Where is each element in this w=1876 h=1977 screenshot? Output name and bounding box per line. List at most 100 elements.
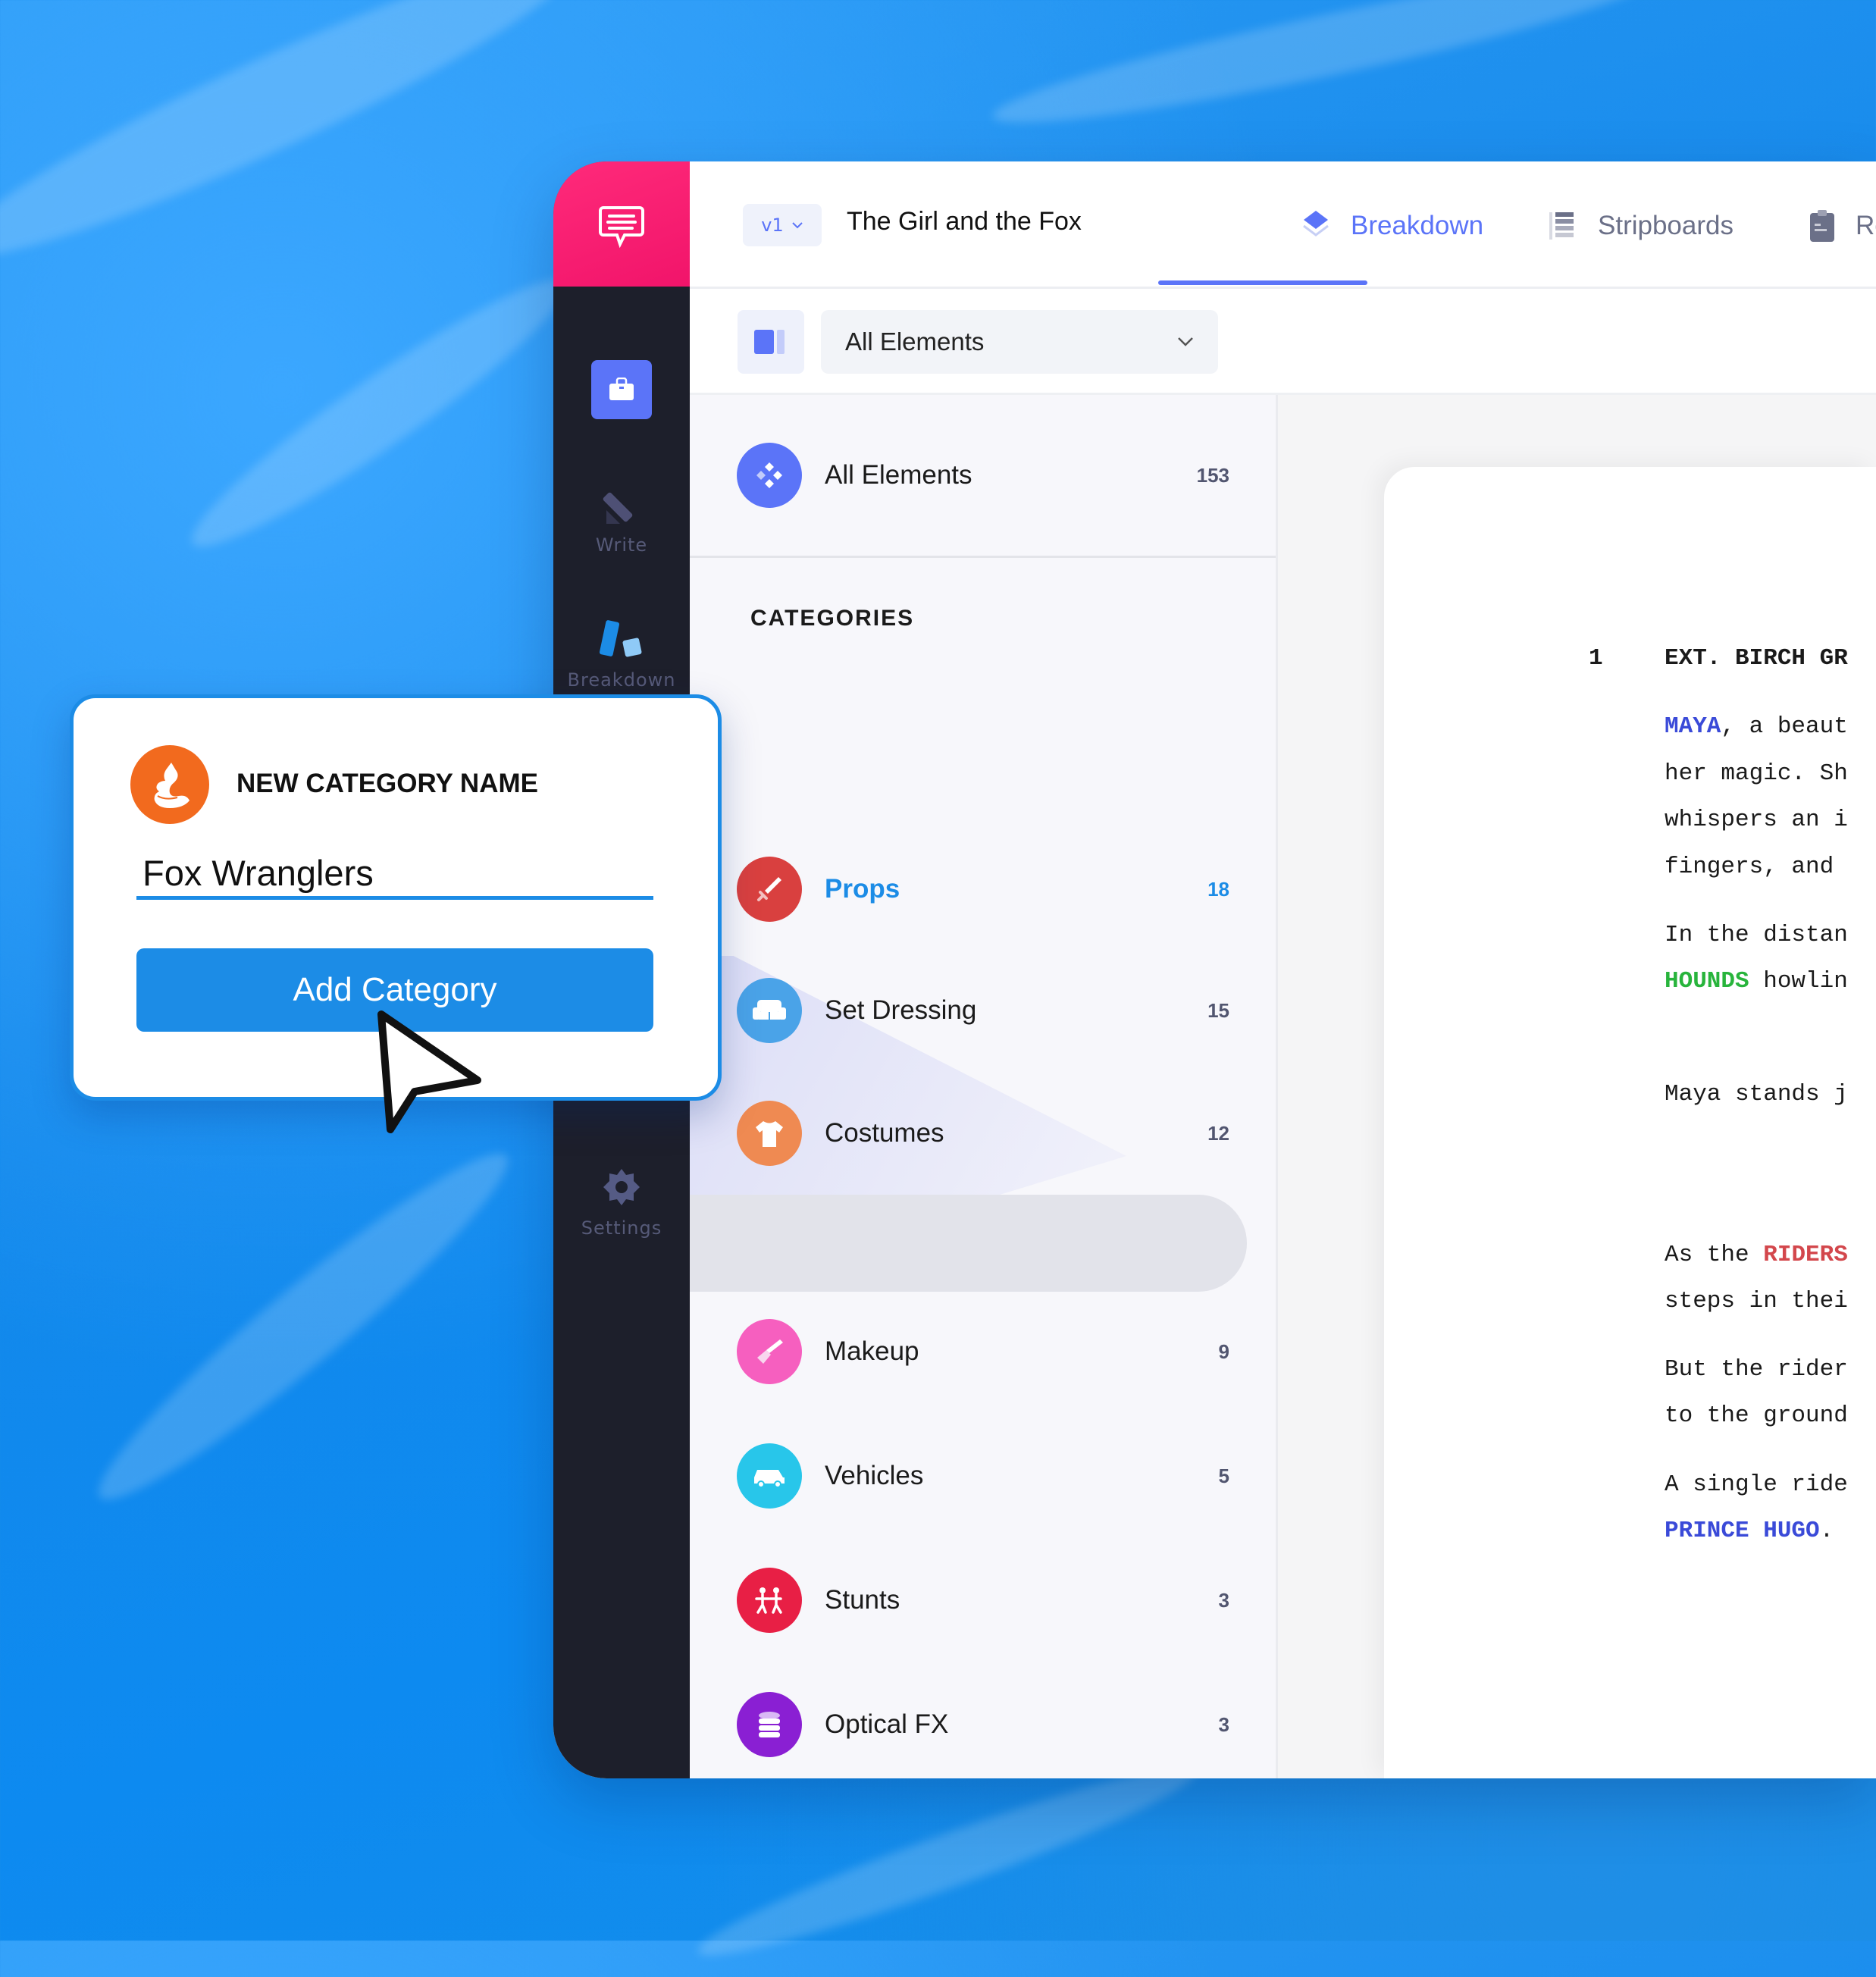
category-row-set-dressing[interactable]: Set Dressing 15 — [737, 977, 1229, 1044]
category-count: 3 — [1218, 1712, 1229, 1736]
category-label: Makeup — [825, 1336, 919, 1366]
script-line: PRINCE HUGO. — [1665, 1518, 1834, 1544]
script-line: But the rider — [1665, 1356, 1848, 1383]
panel-toggle-button[interactable] — [738, 310, 804, 374]
category-label: Costumes — [825, 1118, 944, 1148]
version-label: v1 — [761, 215, 784, 236]
script-page[interactable]: 1 EXT. BIRCH GR MAYA, a beaut her magic. S… — [1384, 467, 1876, 1778]
category-count: 3 — [1218, 1588, 1229, 1612]
script-text: steps in thei — [1665, 1288, 1848, 1314]
category-label: Optical FX — [825, 1709, 949, 1739]
app-window: Write Breakdown Settings v1 The Girl and… — [553, 161, 1876, 1778]
category-label: Set Dressing — [825, 995, 977, 1025]
script-element-tag: EXT. BIRCH GR — [1665, 645, 1848, 672]
background-brush-stroke — [986, 0, 1667, 146]
fox-icon — [154, 763, 189, 808]
category-row-optical-fx[interactable]: Optical FX 3 — [737, 1691, 1229, 1758]
category-badge — [737, 1443, 802, 1509]
pencil-icon — [603, 492, 633, 524]
categories-heading: CATEGORIES — [750, 606, 915, 631]
rail-item-label: Breakdown — [567, 669, 676, 691]
gear-icon — [603, 1169, 640, 1205]
brush-icon — [757, 1339, 783, 1364]
category-badge — [737, 1319, 802, 1384]
script-line: whispers an i — [1665, 807, 1848, 833]
category-label: Props — [825, 874, 900, 904]
script-line: HOUNDS howlin — [1665, 968, 1848, 995]
rail-item-home[interactable] — [553, 360, 690, 419]
background-brush-stroke — [75, 1126, 531, 1527]
top-bar: v1 The Girl and the Fox Breakdown Stripb… — [690, 161, 1876, 289]
version-dropdown[interactable]: v1 — [743, 204, 822, 246]
script-text: to the ground — [1665, 1402, 1848, 1429]
script-line: A single ride — [1665, 1471, 1848, 1498]
rail-item-settings[interactable]: Settings — [553, 1166, 690, 1239]
chevron-down-icon — [1178, 337, 1193, 346]
stripboard-icon — [1549, 212, 1574, 240]
script-line: fingers, and — [1665, 854, 1848, 880]
script-viewer: 1 EXT. BIRCH GR MAYA, a beaut her magic. S… — [1278, 395, 1876, 1778]
panel-layout-icon — [754, 330, 785, 354]
category-label: Stunts — [825, 1585, 900, 1615]
script-text: fingers, and — [1665, 854, 1848, 880]
tab-breakdown[interactable]: Breakdown — [1301, 203, 1483, 249]
tab-reports[interactable]: Reports — [1809, 203, 1876, 249]
briefcase-icon — [609, 378, 634, 400]
tab-label: Breakdown — [1351, 211, 1484, 240]
script-line: Maya stands j — [1665, 1081, 1848, 1108]
script-line: As the RIDERS — [1665, 1242, 1848, 1268]
script-element-tag[interactable]: MAYA — [1665, 713, 1721, 740]
rail-item-breakdown[interactable]: Breakdown — [553, 616, 690, 691]
script-text: But the rider — [1665, 1356, 1848, 1383]
tab-label: Reports — [1856, 211, 1876, 240]
background-brush-stroke — [0, 0, 594, 292]
category-badge — [737, 978, 802, 1043]
filter-toolbar: All Elements — [690, 289, 1876, 395]
shirt-icon — [756, 1121, 783, 1147]
category-count: 9 — [1218, 1339, 1229, 1363]
category-count: 5 — [1218, 1464, 1229, 1487]
category-row-vehicles[interactable]: Vehicles 5 — [737, 1443, 1229, 1509]
category-label: Vehicles — [825, 1461, 924, 1490]
chevron-down-icon — [792, 222, 803, 229]
rail-item-write[interactable]: Write — [553, 487, 690, 556]
script-text: In the distan — [1665, 922, 1848, 948]
layers-icon — [759, 1712, 780, 1737]
script-element-tag[interactable]: PRINCE HUGO — [1665, 1518, 1820, 1544]
car-icon — [754, 1470, 785, 1488]
category-badge — [737, 857, 802, 922]
element-category-list: All Elements 153 CATEGORIES Props 18 Set… — [690, 395, 1278, 1778]
sofa-icon — [753, 1000, 786, 1020]
script-text: whispers an i — [1665, 807, 1848, 833]
script-line: In the distan — [1665, 922, 1848, 948]
diamond-stack-icon — [1303, 211, 1329, 237]
category-name-input[interactable] — [136, 850, 653, 900]
script-element-tag[interactable]: HOUNDS — [1665, 968, 1749, 995]
script-text: , a beaut — [1721, 713, 1848, 740]
category-count: 15 — [1207, 998, 1229, 1022]
script-line: her magic. Sh — [1665, 760, 1848, 787]
speech-bubble-icon — [599, 205, 644, 248]
script-text: howlin — [1749, 968, 1848, 995]
tab-stripboards[interactable]: Stripboards — [1548, 203, 1733, 249]
app-logo[interactable] — [553, 161, 690, 287]
category-row-makeup[interactable]: Makeup 9 — [737, 1318, 1229, 1385]
category-row-stunts[interactable]: Stunts 3 — [737, 1567, 1229, 1634]
rail-item-label: Write — [595, 534, 648, 556]
category-row-props[interactable]: Props 18 — [737, 856, 1229, 923]
fighters-icon — [755, 1587, 782, 1614]
script-text: . — [1819, 1518, 1834, 1544]
script-line: EXT. BIRCH GR — [1665, 645, 1848, 672]
all-elements-row[interactable]: All Elements 153 — [737, 442, 1229, 509]
script-element-tag[interactable]: RIDERS — [1763, 1242, 1848, 1268]
tab-label: Stripboards — [1598, 211, 1733, 240]
new-category-placeholder — [690, 1195, 1247, 1292]
dialog-title: NEW CATEGORY NAME — [236, 769, 538, 798]
category-icon-picker[interactable] — [130, 745, 209, 824]
category-count: 18 — [1207, 877, 1229, 901]
category-badge — [737, 1692, 802, 1757]
category-row-costumes[interactable]: Costumes 12 — [737, 1100, 1229, 1167]
element-filter-dropdown[interactable]: All Elements — [821, 310, 1218, 374]
filter-selected-value: All Elements — [845, 327, 985, 356]
script-text: her magic. Sh — [1665, 760, 1848, 787]
